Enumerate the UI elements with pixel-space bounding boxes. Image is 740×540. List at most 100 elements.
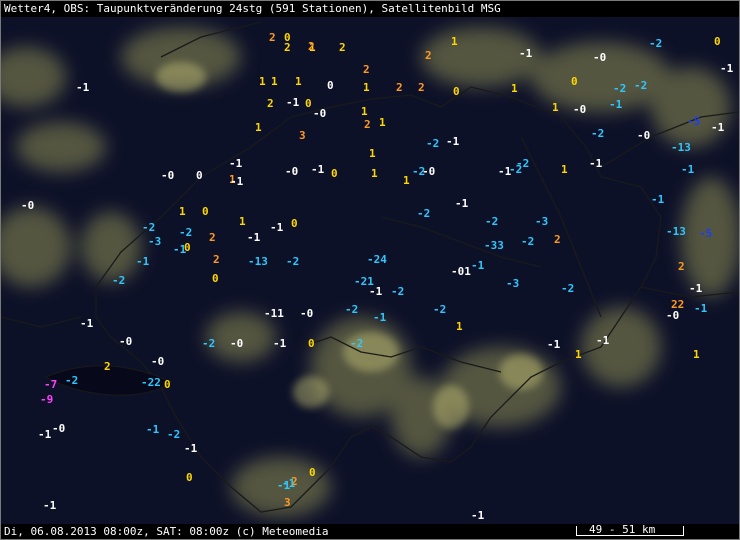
station-value: 2 — [396, 81, 403, 94]
station-value: -1 — [609, 98, 623, 111]
station-value: -1 — [446, 135, 460, 148]
station-value: 2 — [269, 31, 276, 44]
station-value: -11 — [264, 307, 284, 320]
station-value: -1 — [373, 311, 387, 324]
station-value: -2 — [286, 255, 299, 268]
station-value: 0 — [571, 75, 578, 88]
station-value: -0 — [573, 103, 586, 116]
station-value: -0 — [151, 355, 164, 368]
station-value: -1 — [311, 163, 325, 176]
station-value: 2 — [554, 233, 561, 246]
station-value: -24 — [367, 253, 387, 266]
station-value: 1 — [379, 116, 386, 129]
station-value: 2 — [104, 360, 111, 373]
station-value: -1 — [720, 62, 734, 75]
station-value: -2 — [521, 235, 534, 248]
map-svg: 2 02 1 221 -2 0-1 -0-121 0-021 0-2 -2-11 1-12 02 210… — [1, 17, 739, 524]
station-value: -0 — [230, 337, 243, 350]
station-value: -2 — [350, 337, 363, 350]
station-value: 1 — [179, 205, 186, 218]
station-value: -1 — [38, 428, 52, 441]
station-value: -1 — [229, 157, 243, 170]
station-value: 3 — [284, 496, 291, 509]
station-value: 0 — [212, 272, 219, 285]
station-value: -0 — [593, 51, 606, 64]
station-value: -2 — [179, 226, 192, 239]
map-title: Wetter4, OBS: Taupunktveränderung 24stg … — [1, 1, 739, 17]
station-value: -2 — [112, 274, 125, 287]
station-value: -2 — [509, 163, 522, 176]
scale-label: 49 - 51 km — [589, 523, 656, 536]
station-value: -3 — [506, 277, 519, 290]
station-value: -33 — [484, 239, 504, 252]
station-value: -1 — [694, 302, 708, 315]
station-value: 1 — [363, 81, 370, 94]
station-value: -9 — [40, 393, 53, 406]
satellite-map[interactable]: 2 0 2 1 2 2 1 -2 0 -1 -0 -1 2 1 0 -0 2 1 0 -2 -2 -1 1 1 -1 2 0 2 2 1 0… — [1, 17, 739, 524]
station-value: 0 — [202, 205, 209, 218]
station-value: -1 — [230, 175, 244, 188]
station-value: -2 — [485, 215, 498, 228]
station-value: -01 — [451, 265, 471, 278]
station-value: -1 — [589, 157, 603, 170]
station-value: -0 — [422, 165, 435, 178]
station-value: 1 — [693, 348, 700, 361]
station-value: 0 — [453, 85, 460, 98]
station-value: 1 — [561, 163, 568, 176]
station-value: -1 — [711, 121, 725, 134]
station-value: 1 — [259, 75, 266, 88]
status-bar: Di, 06.08.2013 08:00z, SAT: 08:00z (c) M… — [1, 523, 739, 539]
station-value: -2 — [561, 282, 574, 295]
station-value: -1 — [136, 255, 150, 268]
station-value: -1 — [455, 197, 469, 210]
station-value: -1 — [596, 334, 610, 347]
station-value: 2 — [209, 231, 216, 244]
station-value: -2 — [649, 37, 662, 50]
station-value: -1 — [651, 193, 665, 206]
station-value: 1 — [456, 320, 463, 333]
station-value: 1 — [271, 75, 278, 88]
station-value: -0 — [52, 422, 65, 435]
station-value: 0 — [305, 97, 312, 110]
station-value: 2 — [425, 49, 432, 62]
station-value: 0 — [308, 337, 315, 350]
station-value: -2 — [426, 137, 439, 150]
station-value: -1 — [681, 163, 695, 176]
station-value: -2 — [65, 374, 78, 387]
station-value: 2 — [267, 97, 274, 110]
station-value: 2 — [308, 40, 315, 53]
station-value: 1 — [255, 121, 262, 134]
station-value: -2 — [417, 207, 430, 220]
station-value: -13 — [666, 225, 686, 238]
station-value: -2 — [345, 303, 358, 316]
station-value: -13 — [248, 255, 268, 268]
station-value: -5 — [699, 227, 712, 240]
map-window: Wetter4, OBS: Taupunktveränderung 24stg … — [0, 0, 740, 540]
station-value: 1 — [451, 35, 458, 48]
station-value: -5 — [687, 115, 700, 128]
station-value: -1 — [286, 96, 300, 109]
station-value: -1 — [369, 285, 383, 298]
station-value: -1 — [519, 47, 533, 60]
station-value: -1 — [247, 231, 261, 244]
station-value: 2 — [418, 81, 425, 94]
station-value: 1 — [552, 101, 559, 114]
station-value: 1 — [295, 75, 302, 88]
station-value: -2 — [591, 127, 604, 140]
station-value: -1 — [184, 442, 198, 455]
station-value: -1 — [273, 337, 287, 350]
station-value: -0 — [313, 107, 326, 120]
station-value: -0 — [666, 309, 679, 322]
station-value: -2 — [167, 428, 180, 441]
station-value: -2 — [613, 82, 626, 95]
station-value: 2 — [678, 260, 685, 273]
station-value: -0 — [637, 129, 650, 142]
station-value: -1 — [146, 423, 160, 436]
station-value: 0 — [331, 167, 338, 180]
station-value: 2 — [363, 63, 370, 76]
station-value: 0 — [309, 466, 316, 479]
station-value: 1 — [369, 147, 376, 160]
station-value: -7 — [44, 378, 57, 391]
station-value: -2 — [634, 79, 647, 92]
station-value: 0 — [184, 241, 191, 254]
